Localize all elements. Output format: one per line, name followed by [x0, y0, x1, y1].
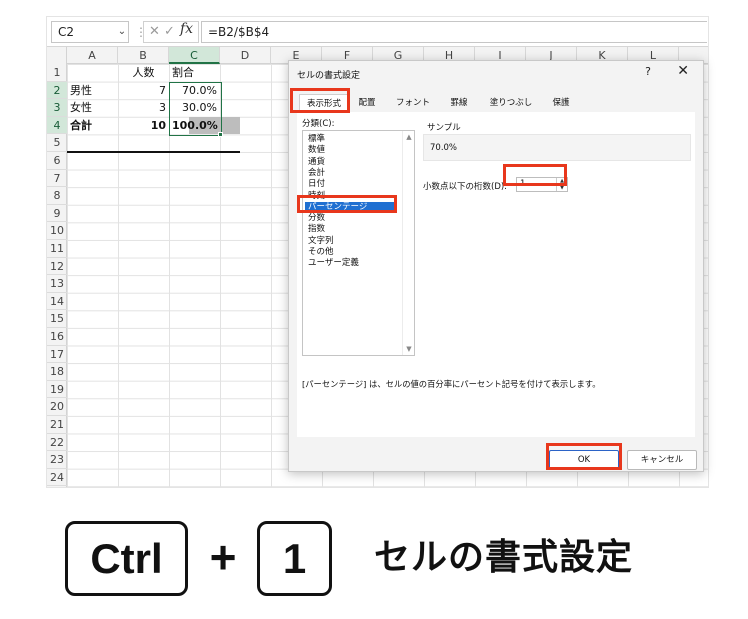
category-item[interactable]: 標準	[308, 134, 325, 145]
category-item[interactable]: 日付	[308, 179, 325, 190]
row-header-7[interactable]: 7	[47, 170, 67, 188]
spinner-buttons: ▲ ▼	[556, 178, 567, 191]
cell-b3[interactable]: 3	[118, 99, 169, 117]
row-header-23[interactable]: 23	[47, 451, 67, 469]
row-header: 1 2 3 4 5 6 7 8 9 10 11 12 13 14 15 16 17 18 19 20 21 22 23 24	[47, 64, 67, 487]
cell-a3[interactable]: 女性	[67, 99, 118, 117]
formula-input[interactable]: =B2/$B$4	[201, 21, 707, 43]
column-header-c[interactable]: C	[169, 47, 220, 64]
dialog-title: セルの書式設定	[297, 71, 361, 81]
sample-value: 70.0%	[430, 143, 458, 153]
category-item[interactable]: 数値	[308, 145, 325, 156]
cell-a4[interactable]: 合計	[67, 117, 118, 135]
row-header-20[interactable]: 20	[47, 398, 67, 416]
row-header-4[interactable]: 4	[47, 116, 67, 135]
column-header-d[interactable]: D	[220, 47, 271, 64]
key-one: 1	[257, 521, 332, 596]
category-item[interactable]: 文字列	[308, 236, 334, 247]
insert-function-icon[interactable]: fx	[180, 19, 193, 39]
category-item[interactable]: 指数	[308, 224, 325, 235]
sample-box: 70.0%	[423, 134, 691, 161]
row4-top-border	[67, 151, 240, 153]
row-header-11[interactable]: 11	[47, 240, 67, 258]
category-item[interactable]: 会計	[308, 168, 325, 179]
category-label: 分類(C):	[302, 119, 335, 129]
row-header-3[interactable]: 3	[47, 99, 67, 117]
column-header-a[interactable]: A	[67, 47, 118, 64]
row-header-10[interactable]: 10	[47, 222, 67, 240]
category-item[interactable]: その他	[308, 247, 334, 258]
sample-label: サンプル	[427, 123, 461, 133]
row-header-14[interactable]: 14	[47, 293, 67, 311]
row-header-21[interactable]: 21	[47, 416, 67, 434]
category-item[interactable]: 通貨	[308, 157, 325, 168]
cell-b1[interactable]: 人数	[118, 64, 169, 82]
format-cells-dialog: セルの書式設定 ? ✕ 表示形式 配置 フォント 罫線 塗りつぶし 保護 分類(…	[288, 60, 704, 472]
close-icon[interactable]: ✕	[677, 63, 689, 79]
row-header-22[interactable]: 22	[47, 434, 67, 452]
fill-handle[interactable]	[218, 132, 223, 137]
row-header-13[interactable]: 13	[47, 275, 67, 293]
row-header-24[interactable]: 24	[47, 469, 67, 487]
decimal-places-label: 小数点以下の桁数(D):	[423, 182, 508, 192]
column-header-b[interactable]: B	[118, 47, 169, 64]
cancel-x-icon[interactable]: ✕	[149, 22, 160, 42]
shortcut-caption: セルの書式設定	[374, 537, 634, 578]
decimal-places-value: 1	[520, 179, 526, 189]
row-header-17[interactable]: 17	[47, 346, 67, 364]
category-item[interactable]: パーセンテージ	[305, 201, 397, 214]
row-header-12[interactable]: 12	[47, 258, 67, 276]
cancel-button[interactable]: キャンセル	[627, 450, 697, 470]
ok-button[interactable]: OK	[549, 450, 619, 470]
row-header-1[interactable]: 1	[47, 64, 67, 82]
tab-font[interactable]: フォント	[393, 94, 433, 112]
confirm-check-icon[interactable]: ✓	[164, 22, 175, 42]
name-box-value: C2	[58, 25, 75, 39]
category-list[interactable]: 標準 数値 通貨 会計 日付 時刻 パーセンテージ 分数 指数 文字列 その他 ユーザー定義 ▲ ▼	[302, 130, 415, 356]
row-header-5[interactable]: 5	[47, 134, 67, 152]
row-header-18[interactable]: 18	[47, 363, 67, 381]
number-format-panel: 分類(C): 標準 数値 通貨 会計 日付 時刻 パーセンテージ 分数 指数 文字列 その他 ユーザー…	[297, 112, 695, 437]
key-ctrl: Ctrl	[65, 521, 188, 596]
chevron-down-icon[interactable]: ⌄	[116, 22, 128, 42]
name-box[interactable]: C2 ⌄	[51, 21, 129, 43]
tab-number-format[interactable]: 表示形式	[299, 94, 349, 112]
tab-alignment[interactable]: 配置	[353, 94, 381, 112]
spin-down-icon[interactable]: ▼	[557, 185, 567, 192]
select-all-corner[interactable]	[47, 47, 67, 64]
cell-b4[interactable]: 10	[118, 117, 169, 135]
formula-bar: C2 ⌄ ⋮ ✕ ✓ fx =B2/$B$4	[47, 17, 708, 47]
category-item[interactable]: 時刻	[308, 191, 325, 202]
decimal-places-spinner[interactable]: 1 ▲ ▼	[516, 177, 568, 192]
tab-fill[interactable]: 塗りつぶし	[485, 94, 537, 112]
row-header-8[interactable]: 8	[47, 187, 67, 205]
category-item[interactable]: ユーザー定義	[308, 258, 359, 269]
category-scrollbar[interactable]: ▲ ▼	[402, 131, 414, 355]
tab-border[interactable]: 罫線	[445, 94, 473, 112]
cell-c1[interactable]: 割合	[169, 64, 220, 82]
row-header-6[interactable]: 6	[47, 152, 67, 170]
row-header-16[interactable]: 16	[47, 328, 67, 346]
page: C2 ⌄ ⋮ ✕ ✓ fx =B2/$B$4 ABCDEFGHIJKL 1234…	[0, 0, 748, 619]
row-header-2[interactable]: 2	[47, 81, 67, 100]
tab-protection[interactable]: 保護	[545, 94, 577, 112]
row-header-15[interactable]: 15	[47, 310, 67, 328]
cell-a2[interactable]: 男性	[67, 82, 118, 100]
row-header-9[interactable]: 9	[47, 205, 67, 223]
plus-sign: +	[209, 531, 237, 583]
category-description: [パーセンテージ] は、セルの値の百分率にパーセント記号を付けて表示します。	[302, 379, 601, 389]
help-icon[interactable]: ?	[645, 65, 651, 78]
category-item[interactable]: 分数	[308, 213, 325, 224]
scroll-down-icon[interactable]: ▼	[403, 345, 415, 353]
selection-outline	[169, 82, 222, 136]
row-header-19[interactable]: 19	[47, 381, 67, 399]
scroll-up-icon[interactable]: ▲	[403, 133, 415, 141]
cell-b2[interactable]: 7	[118, 82, 169, 100]
